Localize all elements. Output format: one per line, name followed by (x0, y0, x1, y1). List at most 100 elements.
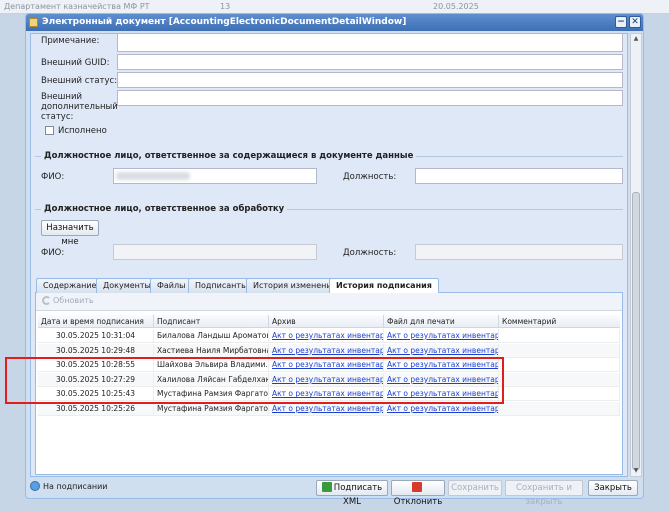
reject-label: Отклонить (393, 497, 443, 507)
executed-checkbox[interactable] (45, 126, 54, 135)
tab-signing-history[interactable]: История подписания (329, 278, 439, 294)
table-row[interactable]: 30.05.2025 10:25:26 Мустафина Рамзия Фарг… (38, 402, 620, 416)
cell-archive-link[interactable]: Акт о результатах инвентар... (269, 387, 384, 402)
executed-label: Исполнено (58, 126, 107, 136)
save-close-button[interactable]: Сохранить и закрыть (505, 480, 583, 507)
cell-comment (499, 372, 620, 387)
table-row[interactable]: 30.05.2025 10:25:43 Мустафина Рамзия Фарг… (38, 387, 620, 402)
cell-signer: Билалова Ландыш Ароматов... (154, 329, 269, 343)
cell-signer: Мустафина Рамзия Фаргатов... (154, 402, 269, 416)
table-row[interactable]: 30.05.2025 10:27:29 Халилова Ляйсан Габде… (38, 372, 620, 387)
note-input[interactable] (117, 34, 623, 52)
external-status-label: Внешний статус: (41, 76, 118, 86)
window-titlebar[interactable]: Электронный документ [AccountingElectron… (26, 14, 643, 31)
tab-signers[interactable]: Подписанты (188, 278, 255, 293)
col-comment[interactable]: Комментарий (499, 315, 620, 328)
fio-input[interactable] (113, 168, 317, 184)
cell-print-file-link[interactable]: Акт о результатах инвентар... (384, 358, 499, 373)
window-footer: На подписании Подписать XML Отклонить Со… (30, 479, 642, 507)
document-icon (29, 18, 38, 27)
note-label: Примечание: (41, 36, 100, 46)
cell-archive-link[interactable]: Акт о результатах инвентар... (269, 372, 384, 387)
cell-print-file-link[interactable]: Акт о результатах инвентар... (384, 387, 499, 402)
status-text: На подписании (43, 482, 108, 491)
scroll-down-icon[interactable]: ▼ (631, 466, 641, 476)
external-additional-status-input[interactable] (117, 90, 623, 106)
cell-print-file-link[interactable]: Акт о результатах инвентар... (384, 329, 499, 343)
close-window-button[interactable]: ✕ (629, 16, 641, 28)
cell-comment (499, 329, 620, 343)
cell-datetime: 30.05.2025 10:31:04 (38, 329, 154, 343)
status-icon (30, 481, 40, 491)
external-guid-input[interactable] (117, 54, 623, 70)
vertical-scrollbar[interactable]: ▲ ▼ (630, 33, 642, 477)
col-archive[interactable]: Архив (269, 315, 384, 328)
cell-datetime: 30.05.2025 10:29:48 (38, 343, 154, 358)
assign-me-button[interactable]: Назначить мне (41, 220, 99, 247)
responsible-processing-fieldset: Должностное лицо, ответственное за обраб… (35, 204, 623, 269)
col-signer[interactable]: Подписант (154, 315, 269, 328)
cell-print-file-link[interactable]: Акт о результатах инвентар... (384, 372, 499, 387)
document-window: Электронный документ [AccountingElectron… (25, 13, 644, 507)
cell-archive-link[interactable]: Акт о результатах инвентар... (269, 358, 384, 373)
window-title: Электронный документ [AccountingElectron… (42, 17, 407, 27)
refresh-button[interactable]: Обновить (42, 296, 94, 305)
tab-documents[interactable]: Документы (96, 278, 158, 293)
tab-content[interactable]: Содержание (36, 278, 104, 293)
responsible-content-legend: Должностное лицо, ответственное за содер… (41, 151, 417, 161)
cell-comment (499, 402, 620, 416)
sign-xml-button[interactable]: Подписать XML (316, 480, 388, 507)
position-input[interactable] (415, 168, 623, 184)
cell-print-file-link[interactable]: Акт о результатах инвентар... (384, 343, 499, 358)
table-row[interactable]: 30.05.2025 10:29:48 Хастиева Наиля Мирбат… (38, 343, 620, 358)
cell-datetime: 30.05.2025 10:25:26 (38, 402, 154, 416)
cell-datetime: 30.05.2025 10:27:29 (38, 372, 154, 387)
cell-datetime: 30.05.2025 10:25:43 (38, 387, 154, 402)
sign-xml-label: Подписать XML (333, 483, 383, 507)
save-button[interactable]: Сохранить (448, 480, 502, 496)
close-button[interactable]: Закрыть (588, 480, 638, 496)
background-grid-row: Департамент казначейства МФ РТ 13 20.05.… (0, 0, 669, 14)
cell-print-file-link[interactable]: Акт о результатах инвентар... (384, 402, 499, 416)
refresh-label: Обновить (53, 296, 94, 305)
col-datetime[interactable]: Дата и время подписания (38, 315, 154, 328)
status-indicator: На подписании (30, 481, 107, 491)
external-additional-status-label: Внешний дополнительный статус: (41, 92, 118, 122)
cell-signer: Хастиева Наиля Мирбатовна (154, 343, 269, 358)
responsible-processing-legend: Должностное лицо, ответственное за обраб… (41, 204, 288, 214)
external-status-input[interactable] (117, 72, 623, 88)
processing-fio-label: ФИО: (41, 248, 65, 258)
cell-signer: Мустафина Рамзия Фаргатов... (154, 387, 269, 402)
number-cell: 13 (220, 2, 231, 11)
date-cell: 20.05.2025 (433, 2, 479, 11)
col-print-file[interactable]: Файл для печати (384, 315, 499, 328)
scrollbar-thumb[interactable] (632, 192, 640, 470)
cell-comment (499, 343, 620, 358)
cell-comment (499, 358, 620, 373)
cell-archive-link[interactable]: Акт о результатах инвентар... (269, 402, 384, 416)
cell-archive-link[interactable]: Акт о результатах инвентар... (269, 329, 384, 343)
responsible-content-fieldset: Должностное лицо, ответственное за содер… (35, 151, 623, 204)
processing-position-input[interactable] (415, 244, 623, 260)
scroll-up-icon[interactable]: ▲ (631, 34, 641, 44)
sign-icon (321, 482, 332, 492)
cell-datetime: 30.05.2025 10:28:55 (38, 358, 154, 373)
tab-files[interactable]: Файлы (150, 278, 193, 293)
refresh-icon (42, 296, 51, 305)
blurred-name (116, 172, 190, 180)
cell-archive-link[interactable]: Акт о результатах инвентар... (269, 343, 384, 358)
processing-fio-input[interactable] (113, 244, 317, 260)
reject-button[interactable]: Отклонить (391, 480, 445, 507)
tab-strip: Содержание Документы Файлы Подписанты Ис… (35, 277, 623, 294)
cell-comment (499, 387, 620, 402)
window-content: Примечание: Внешний GUID: Внешний статус… (30, 33, 628, 477)
signing-history-panel: Обновить Дата и время подписания Подписа… (35, 293, 623, 475)
department-cell: Департамент казначейства МФ РТ (4, 2, 150, 11)
processing-position-label: Должность: (343, 248, 397, 258)
external-guid-label: Внешний GUID: (41, 58, 110, 68)
minimize-button[interactable]: − (615, 16, 627, 28)
grid-toolbar: Обновить (36, 293, 622, 311)
table-row[interactable]: 30.05.2025 10:28:55 Шайхова Эльвира Влади… (38, 358, 620, 373)
table-row[interactable]: 30.05.2025 10:31:04 Билалова Ландыш Арома… (38, 329, 620, 343)
reject-icon (412, 482, 422, 492)
